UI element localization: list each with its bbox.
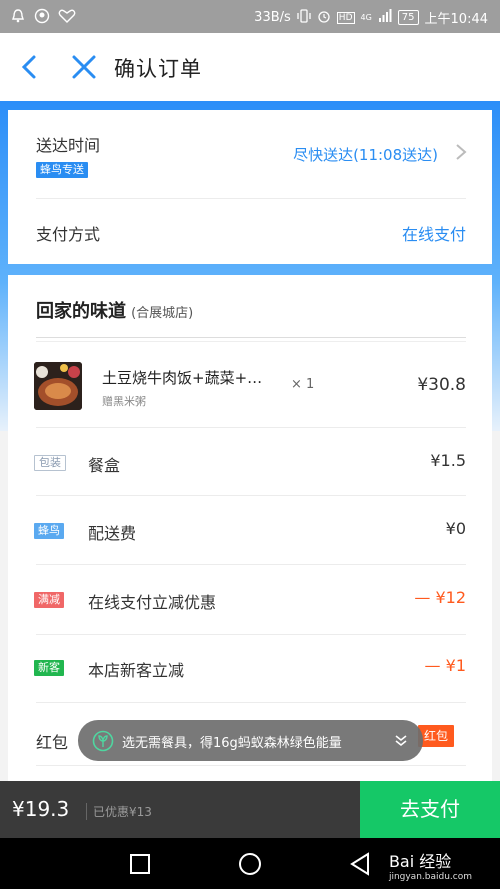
hd-icon: HD — [336, 11, 355, 24]
item-quantity: × 1 — [291, 377, 315, 392]
watermark-brand: Bai 经验 — [388, 852, 452, 871]
delivery-card: 送达时间 蜂鸟专送 尽快送达(11:08送达) 支付方式 在线支付 — [8, 110, 492, 264]
battery-icon: 75 — [397, 10, 419, 25]
divider — [36, 337, 466, 338]
shop-name-text: 回家的味道 — [36, 301, 126, 322]
delivery-time-label: 送达时间 — [36, 136, 101, 155]
red-packet-tag: 红包 — [417, 725, 454, 747]
chevron-right-icon — [454, 142, 468, 166]
status-bar: 33B/s HD 4G 75 上午10:44 — [0, 0, 500, 33]
clock: 上午10:44 — [424, 12, 488, 27]
delivery-fee-label: 配送费 — [88, 524, 137, 543]
order-card: 回家的味道 (合展城店) 土豆烧牛肉饭+蔬菜+… 赠黑米粥 × 1 ¥30.8 … — [8, 275, 492, 795]
full-reduction-tag: 满减 — [34, 592, 64, 608]
back-icon[interactable] — [18, 53, 42, 81]
discount-amount: 已优惠¥13 — [86, 803, 152, 820]
page-title: 确认订单 — [114, 57, 202, 81]
online-discount-label: 在线支付立减优惠 — [88, 593, 217, 612]
tableware-toast[interactable]: 选无需餐具，得16g蚂蚁森林绿色能量 — [78, 720, 423, 761]
delivery-fee-amount: ¥0 — [445, 519, 466, 538]
baidu-jingyan-watermark: Bai 经验 jingyan.baidu.com — [389, 848, 472, 882]
payment-method-row[interactable]: 支付方式 在线支付 — [8, 199, 492, 264]
system-nav-bar: Bai 经验 jingyan.baidu.com — [0, 838, 500, 889]
delivery-fee-tag: 蜂鸟 — [34, 523, 64, 539]
toast-message: 选无需餐具，得16g蚂蚁森林绿色能量 — [122, 736, 342, 751]
payment-method-label: 支付方式 — [36, 225, 101, 244]
packaging-amount: ¥1.5 — [430, 451, 466, 470]
shop-name[interactable]: 回家的味道 (合展城店) — [36, 297, 193, 323]
divider — [36, 341, 466, 342]
signal-icon — [378, 8, 392, 27]
chevron-down-icon[interactable] — [393, 732, 409, 748]
food-thumbnail — [34, 362, 82, 410]
watermark-url: jingyan.baidu.com — [388, 872, 472, 882]
fengniao-badge: 蜂鸟专送 — [36, 162, 88, 178]
delivery-time-value: 尽快送达(11:08送达) — [293, 146, 438, 164]
fee-row-online-discount: 满减 在线支付立减优惠 — ¥12 — [8, 565, 492, 634]
red-packet-label: 红包 — [36, 733, 69, 752]
recent-apps-icon[interactable] — [128, 852, 152, 876]
sprout-icon — [92, 730, 114, 752]
header: 确认订单 — [0, 33, 500, 101]
divider — [36, 765, 466, 766]
order-item-row: 土豆烧牛肉饭+蔬菜+… 赠黑米粥 × 1 ¥30.8 — [8, 345, 492, 427]
new-customer-label: 本店新客立减 — [88, 661, 185, 680]
shop-branch-text: (合展城店) — [131, 306, 194, 321]
pay-button[interactable]: 去支付 — [360, 781, 500, 838]
new-customer-amount: — ¥1 — [424, 656, 466, 675]
notification-bell-icon — [10, 8, 26, 24]
back-nav-icon[interactable] — [348, 852, 372, 876]
item-name: 土豆烧牛肉饭+蔬菜+… — [102, 369, 263, 387]
vibrate-icon — [297, 8, 311, 27]
qq-icon — [34, 8, 50, 24]
alarm-icon — [317, 9, 331, 27]
item-price: ¥30.8 — [417, 375, 466, 395]
close-icon[interactable] — [70, 53, 98, 81]
home-icon[interactable] — [238, 852, 262, 876]
item-gift: 赠黑米粥 — [102, 395, 146, 408]
fee-row-packaging: 包装 餐盒 ¥1.5 — [8, 428, 492, 495]
packaging-label: 餐盒 — [88, 456, 121, 475]
payment-method-value: 在线支付 — [401, 225, 466, 244]
delivery-time-row[interactable]: 送达时间 蜂鸟专送 尽快送达(11:08送达) — [8, 110, 492, 198]
new-customer-tag: 新客 — [34, 660, 64, 676]
online-discount-amount: — ¥12 — [414, 588, 466, 607]
network-type: 4G — [360, 13, 372, 22]
fee-row-delivery: 蜂鸟 配送费 ¥0 — [8, 496, 492, 564]
network-speed: 33B/s — [254, 10, 291, 25]
fee-row-new-customer: 新客 本店新客立减 — ¥1 — [8, 635, 492, 702]
checkout-bar: ¥19.3 已优惠¥13 去支付 — [0, 781, 500, 838]
packaging-tag: 包装 — [34, 455, 66, 471]
order-total: ¥19.3 — [12, 797, 70, 821]
health-heart-icon — [58, 8, 76, 24]
